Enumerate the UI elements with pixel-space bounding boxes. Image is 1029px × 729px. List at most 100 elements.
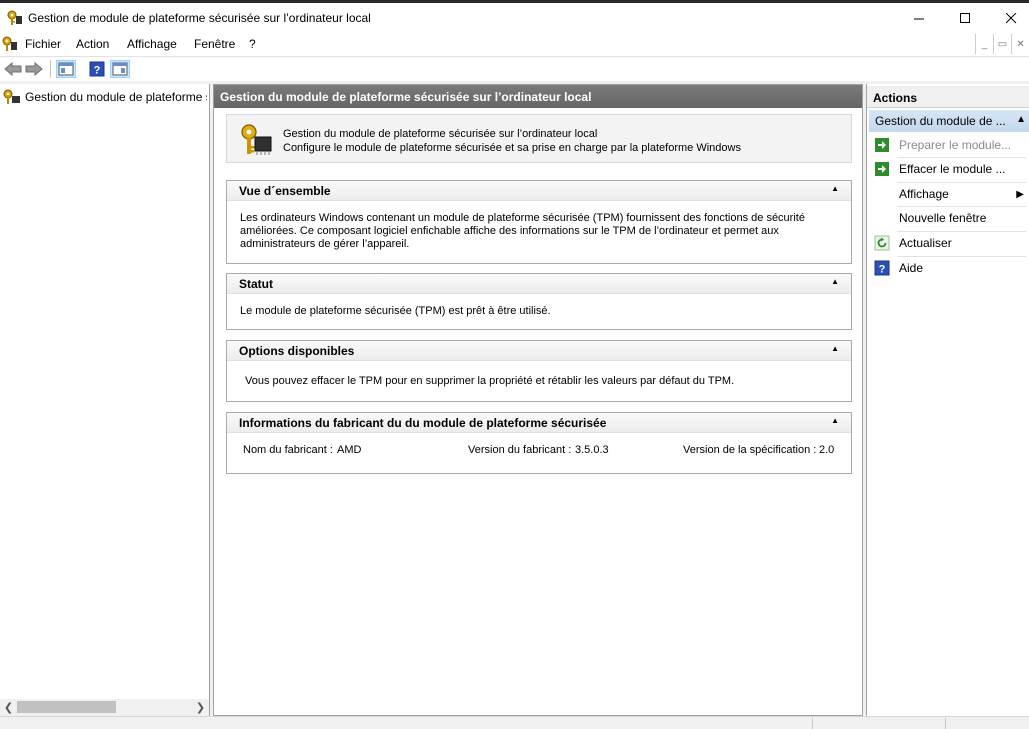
overview-section-body: Les ordinateurs Windows contenant un mod… xyxy=(240,212,805,250)
refresh-icon xyxy=(874,235,890,251)
manufacturer-name-value: AMD xyxy=(337,444,362,456)
forward-arrow-icon xyxy=(25,62,43,76)
actions-title: Actions xyxy=(867,86,1029,108)
menu-bar: Fichier Action Affichage Fenêtre ? _ ▭ ✕ xyxy=(0,33,1029,55)
close-icon xyxy=(1005,12,1016,23)
scroll-left-icon[interactable]: ❮ xyxy=(1,700,16,715)
title-bar: Gestion de module de plateforme sécurisé… xyxy=(0,0,1029,33)
menu-affichage[interactable]: Affichage xyxy=(127,37,177,51)
actions-group-header[interactable]: Gestion du module de ... ▲ xyxy=(869,110,1029,132)
manufacturer-section: Informations du fabricant du du module d… xyxy=(226,412,852,474)
tpm-chip-key-icon xyxy=(241,124,272,155)
mdi-close-button[interactable]: ✕ xyxy=(1011,34,1029,54)
result-pane: Gestion du module de plateforme sécurisé… xyxy=(213,84,863,716)
submenu-arrow-icon: ▶ xyxy=(1016,188,1024,200)
manufacturer-section-header[interactable]: Informations du fabricant du du module d… xyxy=(227,413,851,433)
spec-version-label: Version de la spécification : xyxy=(683,444,817,456)
collapse-icon[interactable]: ▲ xyxy=(831,344,839,353)
status-separator xyxy=(945,718,946,729)
manufacturer-version-value: 3.5.0.3 xyxy=(575,444,609,456)
tree-horizontal-scrollbar[interactable]: ❮ ❯ xyxy=(0,699,209,716)
status-section-body: Le module de plateforme sécurisée (TPM) … xyxy=(240,305,551,317)
toolbar-separator xyxy=(50,60,51,78)
collapse-icon[interactable]: ▲ xyxy=(831,184,839,193)
actions-pane: Actions Gestion du module de ... ▲ Prepa… xyxy=(866,84,1029,716)
scrollbar-thumb[interactable] xyxy=(17,701,116,713)
action-label: Affichage xyxy=(899,187,949,201)
collapse-icon[interactable]: ▲ xyxy=(1016,114,1026,125)
close-button[interactable] xyxy=(988,3,1029,33)
action-separator xyxy=(897,157,1026,158)
result-pane-header: Gestion du module de plateforme sécurisé… xyxy=(214,85,862,108)
console-tree-pane: Gestion du module de plateforme sécurisé… xyxy=(0,84,210,716)
status-bar xyxy=(0,716,1029,729)
status-section-header[interactable]: Statut ▲ xyxy=(227,274,851,294)
action-label: Actualiser xyxy=(899,236,952,250)
action-refresh[interactable]: Actualiser xyxy=(867,233,1028,253)
svg-text:?: ? xyxy=(94,65,101,77)
mdi-restore-button[interactable]: ▭ xyxy=(993,34,1011,54)
spec-version-value: 2.0 xyxy=(819,444,835,456)
tree-item-label: Gestion du module de plateforme sécurisé… xyxy=(25,90,207,104)
maximize-icon xyxy=(959,12,970,23)
maximize-button[interactable] xyxy=(942,3,988,33)
window-title: Gestion de module de plateforme sécurisé… xyxy=(28,11,371,25)
overview-section: Vue d´ensemble ▲ Les ordinateurs Windows… xyxy=(226,180,852,264)
toolbar: ? xyxy=(0,56,1029,80)
manufacturer-version-label: Version du fabricant : xyxy=(468,444,572,456)
snapin-intro: Gestion du module de plateforme sécurisé… xyxy=(226,114,852,163)
manufacturer-section-title: Informations du fabricant du du module d… xyxy=(239,416,607,430)
status-separator xyxy=(812,718,813,729)
blank-icon xyxy=(874,210,890,226)
back-arrow-icon xyxy=(4,62,22,76)
action-separator xyxy=(897,182,1026,183)
back-button[interactable] xyxy=(3,60,23,78)
action-prepare-tpm[interactable]: Preparer le module... xyxy=(867,135,1028,155)
intro-title: Gestion du module de plateforme sécurisé… xyxy=(283,128,598,140)
green-arrow-icon xyxy=(875,138,889,152)
minimize-icon xyxy=(913,18,924,19)
action-label: Effacer le module ... xyxy=(899,162,1006,176)
action-separator xyxy=(897,256,1026,257)
action-view[interactable]: Affichage ▶ xyxy=(867,184,1028,204)
action-help[interactable]: ? Aide xyxy=(867,258,1028,278)
overview-section-header[interactable]: Vue d´ensemble ▲ xyxy=(227,181,851,201)
tpm-key-icon xyxy=(7,10,22,25)
menu-action[interactable]: Action xyxy=(76,37,109,51)
minimize-button[interactable] xyxy=(896,3,942,33)
action-new-window[interactable]: Nouvelle fenêtre xyxy=(867,208,1028,228)
help-icon: ? xyxy=(89,61,105,77)
status-section: Statut ▲ Le module de plateforme sécuris… xyxy=(226,273,852,330)
action-clear-tpm[interactable]: Effacer le module ... xyxy=(867,159,1028,179)
action-separator xyxy=(897,231,1026,232)
action-label: Preparer le module... xyxy=(899,138,1012,152)
collapse-icon[interactable]: ▲ xyxy=(831,277,839,286)
menu-fichier[interactable]: Fichier xyxy=(25,37,61,51)
system-menu-icon[interactable] xyxy=(2,36,18,52)
action-label: Aide xyxy=(899,261,924,275)
overview-section-title: Vue d´ensemble xyxy=(239,184,331,198)
tree-item-tpm-root[interactable]: Gestion du module de plateforme sécurisé… xyxy=(3,88,207,106)
help-button[interactable]: ? xyxy=(87,60,107,78)
options-section-title: Options disponibles xyxy=(239,344,355,358)
menu-fenetre[interactable]: Fenêtre xyxy=(194,37,235,51)
options-section-header[interactable]: Options disponibles ▲ xyxy=(227,341,851,361)
help-icon: ? xyxy=(874,260,890,276)
scroll-right-icon[interactable]: ❯ xyxy=(193,700,208,715)
mdi-controls: _ ▭ ✕ xyxy=(975,34,1029,54)
collapse-icon[interactable]: ▲ xyxy=(831,416,839,425)
action-label: Nouvelle fenêtre xyxy=(899,211,987,225)
manufacturer-info-row: Nom du fabricant : AMD Version du fabric… xyxy=(227,433,851,463)
manufacturer-name-label: Nom du fabricant : xyxy=(243,444,333,456)
show-actions-icon xyxy=(112,62,128,76)
show-actions-button[interactable] xyxy=(110,60,130,78)
forward-button[interactable] xyxy=(24,60,44,78)
mdi-minimize-button[interactable]: _ xyxy=(975,34,993,54)
blank-icon xyxy=(874,186,890,202)
action-separator xyxy=(897,206,1026,207)
intro-description: Configure le module de plateforme sécuri… xyxy=(283,142,741,154)
console-tree-button[interactable] xyxy=(56,60,76,78)
options-section-body: Vous pouvez effacer le TPM pour en suppr… xyxy=(245,375,735,387)
menu-help[interactable]: ? xyxy=(249,37,256,51)
console-tree-icon xyxy=(58,62,74,76)
